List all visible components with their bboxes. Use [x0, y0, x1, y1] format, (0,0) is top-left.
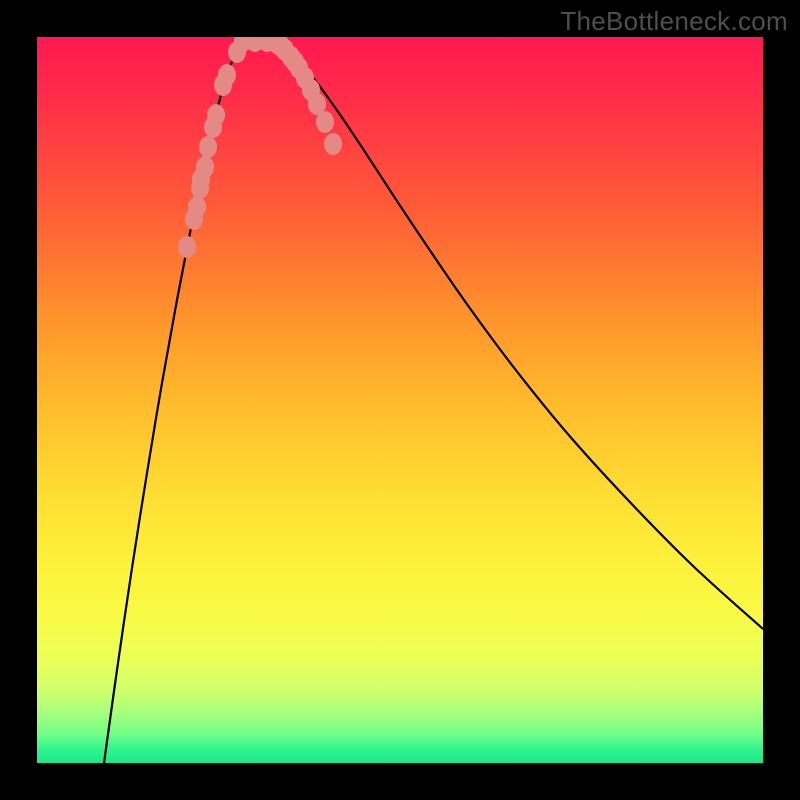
data-marker — [178, 236, 196, 258]
data-marker — [207, 104, 225, 126]
data-marker — [188, 196, 206, 218]
left-curve — [104, 38, 247, 763]
data-markers — [178, 37, 342, 258]
curves-layer — [37, 37, 763, 763]
watermark-text: TheBottleneck.com — [560, 6, 788, 37]
data-marker — [316, 111, 334, 133]
right-curve — [267, 38, 763, 629]
data-marker — [218, 64, 236, 86]
chart-frame: TheBottleneck.com — [0, 0, 800, 800]
plot-area — [37, 37, 763, 763]
data-marker — [199, 136, 217, 158]
data-marker — [324, 133, 342, 155]
data-marker — [196, 156, 214, 178]
